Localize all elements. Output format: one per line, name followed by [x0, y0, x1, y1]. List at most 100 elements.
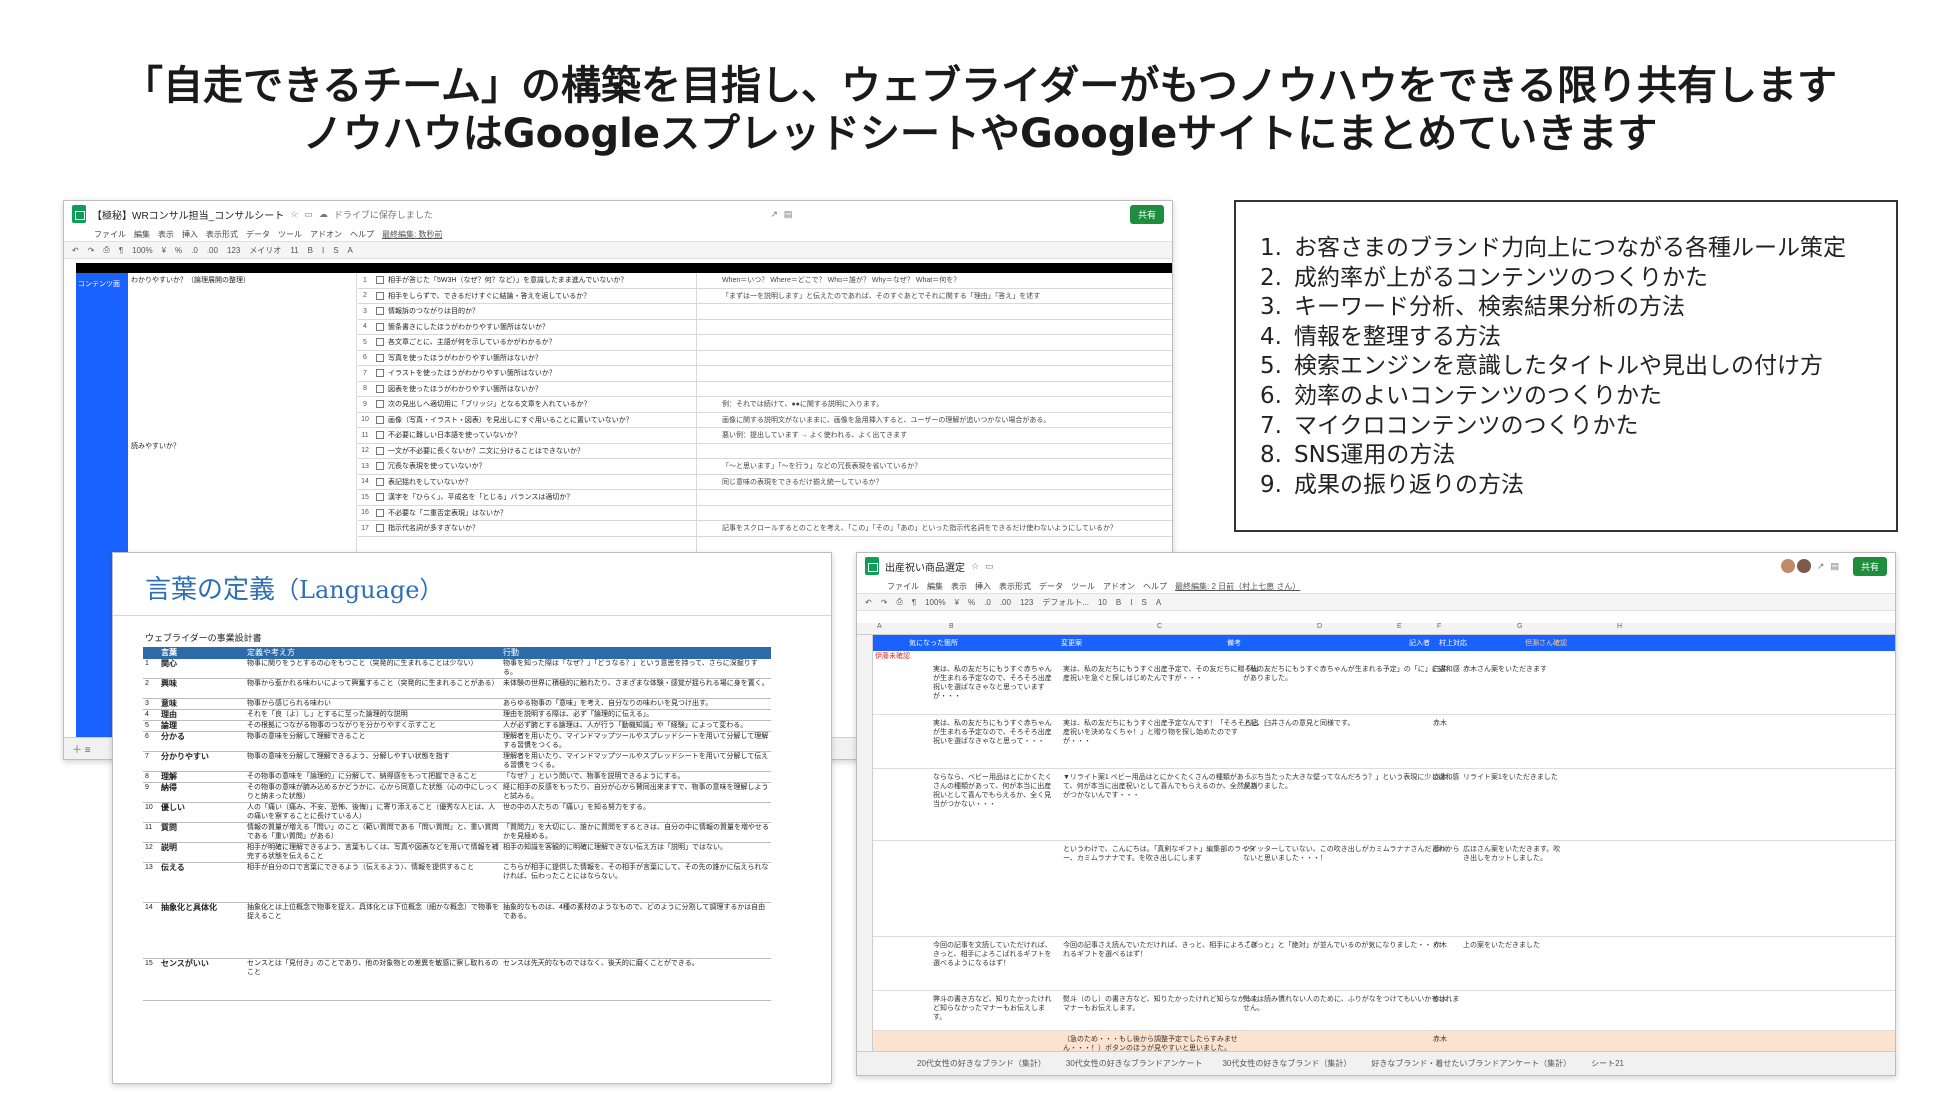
toolbar-item[interactable]: 123 [1020, 598, 1033, 607]
sheet-tab[interactable]: シート21 [1591, 1058, 1624, 1069]
toolbar-item[interactable]: 10 [1098, 598, 1107, 607]
toolbar-item[interactable]: % [968, 598, 975, 607]
sheet1-title[interactable]: 【極秘】WRコンサル担当_コンサルシート [92, 207, 284, 222]
print-icon[interactable]: ⎙ [103, 245, 109, 255]
undo-icon[interactable]: ↶ [865, 598, 872, 607]
star-icon[interactable]: ☆ [290, 209, 298, 220]
sheet-tab[interactable]: 30代女性の好きなブランド（集計） [1222, 1058, 1351, 1069]
toolbar-item[interactable]: 11 [290, 246, 298, 255]
row-checkbox[interactable] [376, 493, 384, 502]
menu-item[interactable]: アドオン [1103, 581, 1135, 592]
toolbar-item[interactable]: A [1156, 598, 1161, 607]
add-sheet-icon[interactable]: ＋ ≡ [72, 741, 91, 756]
row-checkbox[interactable] [376, 322, 384, 331]
row-definition: 物事の意味を分解して理解できること [247, 733, 366, 740]
row-checkbox[interactable] [376, 384, 384, 393]
menu-item[interactable]: 挿入 [975, 581, 991, 592]
comment-icon[interactable]: ▤ [1830, 561, 1839, 572]
paint-format-icon[interactable]: ¶ [119, 246, 123, 255]
row-checkbox[interactable] [376, 446, 384, 455]
sheet3-share-button[interactable]: 共有 [1852, 556, 1887, 576]
column-letter[interactable]: E [1397, 623, 1402, 630]
menu-item[interactable]: ツール [1071, 581, 1095, 592]
avatar[interactable] [1780, 559, 1795, 573]
row-cell-d: 藤川 [1433, 846, 1447, 853]
list-item-text: 効率のよいコンテンツのつくりかた [1294, 382, 1662, 409]
toolbar-item[interactable]: A [348, 246, 353, 255]
redo-icon[interactable]: ↷ [881, 598, 888, 607]
menu-item[interactable]: アドオン [310, 229, 342, 240]
menu-item[interactable]: ファイル [94, 229, 126, 240]
row-checkbox[interactable] [376, 353, 384, 362]
toolbar-item[interactable]: B [308, 246, 313, 255]
comment-icon[interactable]: ▤ [784, 209, 793, 220]
toolbar-item[interactable]: ¥ [162, 246, 166, 255]
row-checkbox[interactable] [376, 276, 384, 285]
toolbar-item[interactable]: 123 [227, 246, 240, 255]
menu-item[interactable]: ヘルプ [350, 229, 374, 240]
toolbar-item[interactable]: % [175, 246, 182, 255]
row-checkbox[interactable] [376, 307, 384, 316]
avatar[interactable] [1796, 559, 1811, 573]
row-checkbox[interactable] [376, 462, 384, 471]
row-checkbox[interactable] [376, 369, 384, 378]
last-edit-link[interactable]: 最終編集: 2 日前（村上七恵 さん） [1175, 581, 1300, 592]
menu-item[interactable]: 編集 [927, 581, 943, 592]
sheet-tab[interactable]: 30代女性の好きなブランドアンケート [1066, 1058, 1203, 1069]
toolbar-item[interactable]: S [1141, 598, 1146, 607]
redo-icon[interactable]: ↷ [88, 246, 95, 255]
row-checkbox[interactable] [376, 400, 384, 409]
toolbar-item[interactable]: デフォルト... [1042, 597, 1089, 608]
row-checkbox[interactable] [376, 338, 384, 347]
paint-format-icon[interactable]: ¶ [912, 598, 916, 607]
menu-item[interactable]: 表示形式 [206, 229, 238, 240]
toolbar-item[interactable]: .00 [1000, 598, 1011, 607]
sheet-tab[interactable]: 好きなブランド・着せたいブランドアンケート（集計） [1371, 1058, 1571, 1069]
menu-item[interactable]: ヘルプ [1143, 581, 1167, 592]
row-checkbox[interactable] [376, 415, 384, 424]
last-edit-link[interactable]: 最終編集: 数秒前 [382, 229, 442, 240]
menu-item[interactable]: データ [1039, 581, 1063, 592]
column-letter[interactable]: F [1437, 623, 1441, 630]
column-letter[interactable]: D [1317, 623, 1322, 630]
folder-icon[interactable]: ▭ [304, 209, 313, 220]
toolbar-item[interactable]: ¥ [955, 598, 959, 607]
toolbar-item[interactable]: I [1130, 598, 1132, 607]
column-letter[interactable]: A [877, 623, 882, 630]
print-icon[interactable]: ⎙ [896, 597, 902, 607]
sheet1-share-button[interactable]: 共有 [1129, 204, 1164, 224]
sheet-tab[interactable]: 20代女性の好きなブランド（集計） [917, 1058, 1046, 1069]
row-checkbox[interactable] [376, 431, 384, 440]
toolbar-item[interactable]: B [1116, 598, 1121, 607]
trend-icon[interactable]: ↗ [770, 209, 778, 220]
toolbar-item[interactable]: S [333, 246, 338, 255]
column-letter[interactable]: G [1517, 623, 1522, 630]
toolbar-item[interactable]: 100% [925, 598, 945, 607]
column-letter[interactable]: C [1157, 623, 1162, 630]
menu-item[interactable]: 挿入 [182, 229, 198, 240]
menu-item[interactable]: 表示 [158, 229, 174, 240]
menu-item[interactable]: ツール [278, 229, 302, 240]
toolbar-item[interactable]: 100% [132, 246, 152, 255]
menu-item[interactable]: データ [246, 229, 270, 240]
toolbar-item[interactable]: メイリオ [249, 245, 281, 256]
toolbar-item[interactable]: .0 [191, 246, 198, 255]
menu-item[interactable]: 編集 [134, 229, 150, 240]
toolbar-item[interactable]: .00 [207, 246, 218, 255]
row-checkbox[interactable] [376, 477, 384, 486]
column-letter[interactable]: H [1617, 623, 1622, 630]
undo-icon[interactable]: ↶ [72, 246, 79, 255]
folder-icon[interactable]: ▭ [985, 561, 994, 572]
row-checkbox[interactable] [376, 508, 384, 517]
menu-item[interactable]: 表示形式 [999, 581, 1031, 592]
sheet3-title[interactable]: 出産祝い商品選定 [885, 559, 965, 574]
toolbar-item[interactable]: I [322, 246, 324, 255]
toolbar-item[interactable]: .0 [984, 598, 991, 607]
row-checkbox[interactable] [376, 524, 384, 533]
trend-icon[interactable]: ↗ [1817, 561, 1825, 572]
menu-item[interactable]: ファイル [887, 581, 919, 592]
menu-item[interactable]: 表示 [951, 581, 967, 592]
column-letter[interactable]: B [949, 623, 954, 630]
row-checkbox[interactable] [376, 291, 384, 300]
star-icon[interactable]: ☆ [971, 561, 979, 572]
